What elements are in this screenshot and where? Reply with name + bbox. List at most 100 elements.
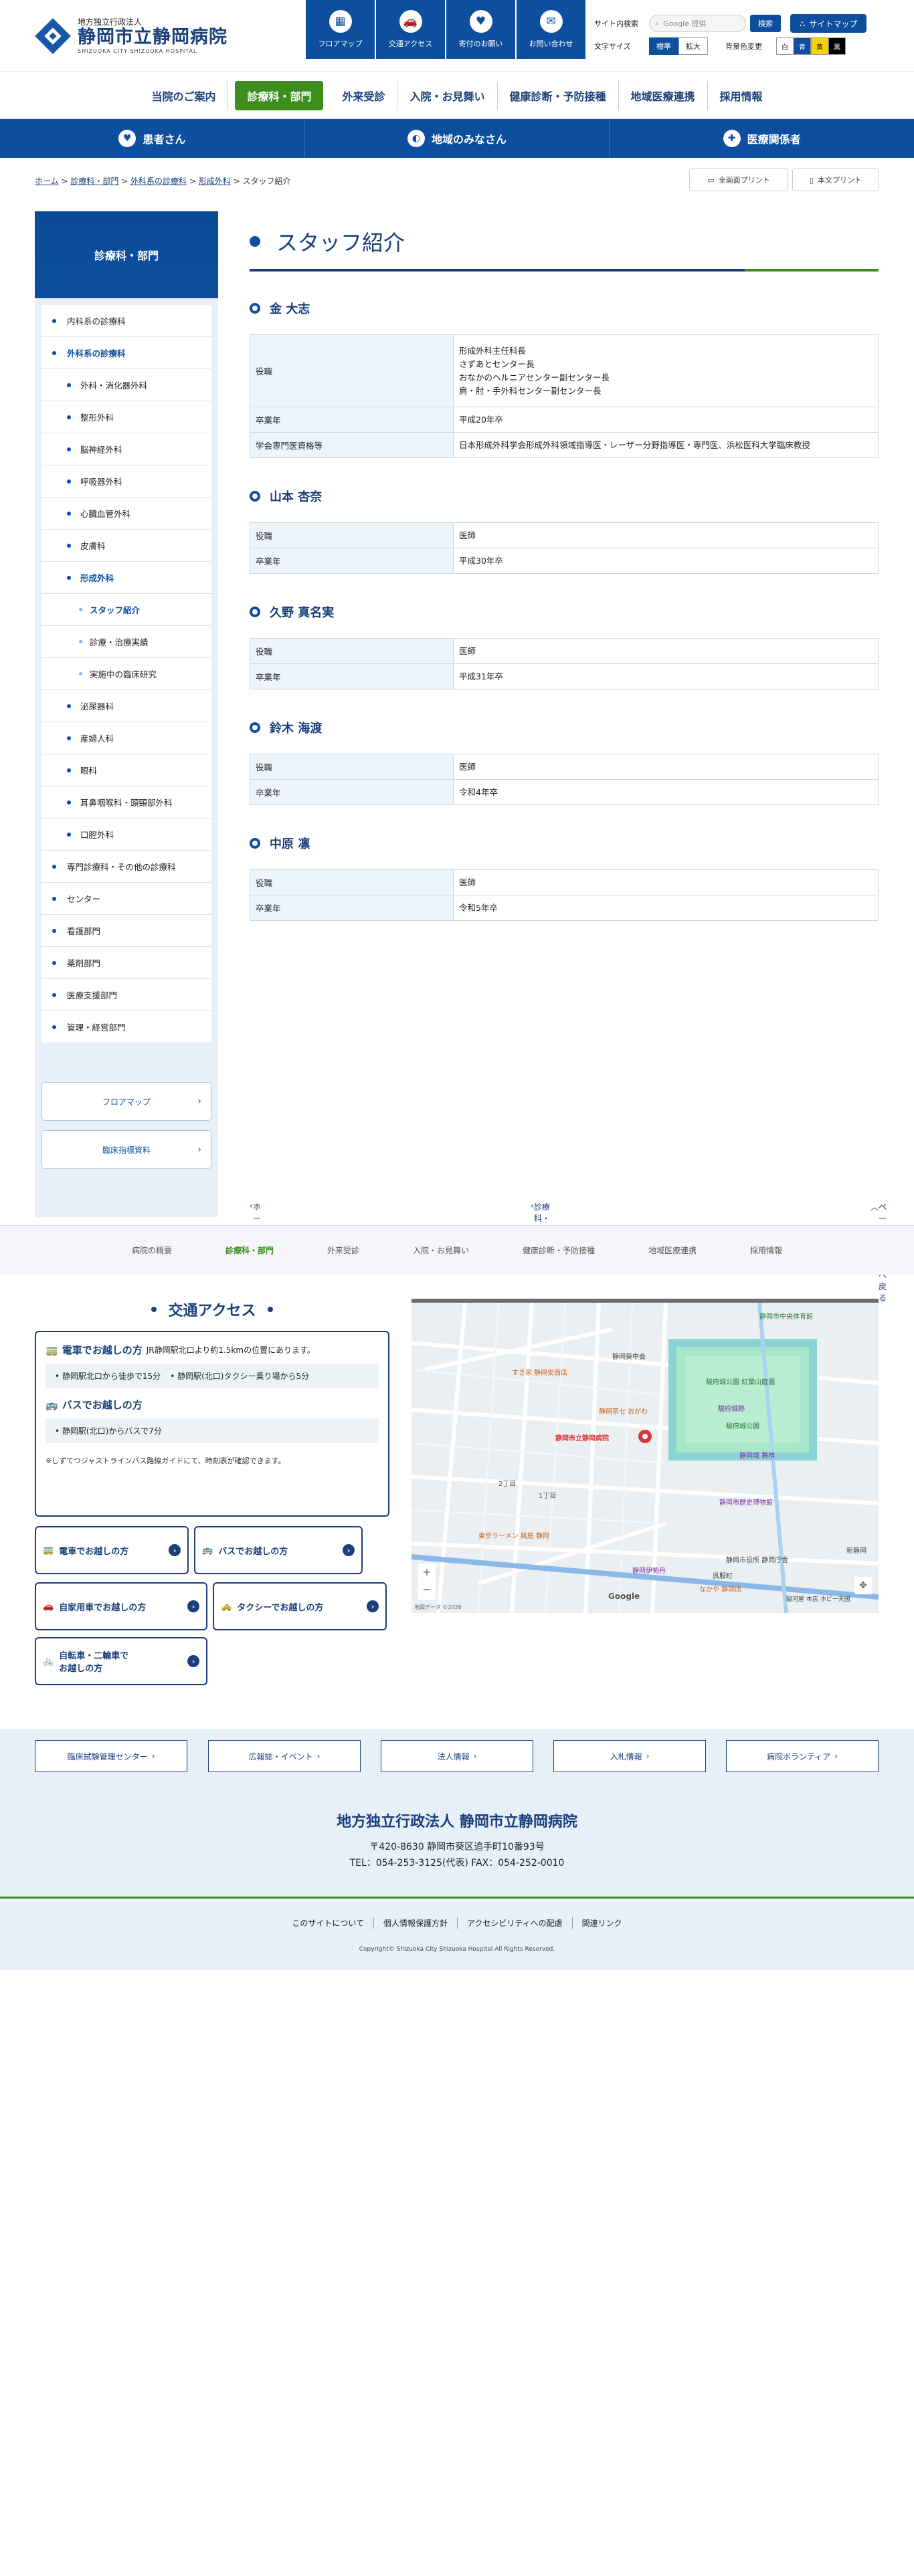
- back-home-link[interactable]: ‹ ホームへ戻る: [250, 1201, 261, 1269]
- sidebar-item-current[interactable]: スタッフ紹介: [41, 594, 211, 626]
- search-input[interactable]: ⌕ Google 提供: [649, 15, 746, 32]
- access-bus-button[interactable]: 🚌 バスでお越しの方 ›: [194, 1526, 363, 1574]
- sidebar-item[interactable]: 産婦人科: [41, 722, 211, 754]
- site-logo[interactable]: 地方独立行政法人 静岡市立静岡病院 SHIZUOKA CITY SHIZUOKA…: [35, 17, 227, 54]
- sidebar-item[interactable]: 整形外科: [41, 401, 211, 433]
- breadcrumb-surgical[interactable]: 外科系の診療科: [130, 177, 187, 186]
- gnav-regional[interactable]: 地域医療連携: [619, 80, 708, 110]
- print-all-button[interactable]: ▭ 全画面プリント: [689, 169, 788, 191]
- fnav-inpatient[interactable]: 入院・お見舞い: [386, 1245, 496, 1256]
- banner-corporate[interactable]: 法人情報 ›: [381, 1740, 533, 1772]
- banner-volunteer[interactable]: 病院ボランティア ›: [726, 1740, 879, 1772]
- title-bullet-icon: [250, 236, 260, 247]
- quick-links: ▦ フロアマップ 🚗 交通アクセス ♥ 寄付のお願い ✉ お問い合わせ: [306, 0, 587, 59]
- fnav-regional[interactable]: 地域医療連携: [622, 1245, 723, 1256]
- access-bicycle-button[interactable]: 🚲 自転車・二輪車で お越しの方 ›: [35, 1637, 207, 1685]
- page-top-link[interactable]: ︿ ページの先頭へ戻る: [871, 1201, 887, 1303]
- chevron-right-icon: ›: [197, 1096, 201, 1107]
- breadcrumb-departments[interactable]: 診療科・部門: [70, 177, 118, 186]
- bg-black-button[interactable]: 黒: [828, 37, 846, 55]
- table-key: 役職: [250, 869, 454, 895]
- quick-contact-button[interactable]: ✉ お問い合わせ: [517, 0, 585, 59]
- footer-link-about-site[interactable]: このサイトについて: [282, 1917, 374, 1929]
- breadcrumb-plastic[interactable]: 形成外科: [199, 177, 231, 186]
- access-train-button[interactable]: 🚃 電車でお越しの方 ›: [35, 1526, 189, 1574]
- table-key: 卒業年: [250, 895, 454, 921]
- bg-yellow-button[interactable]: 黄: [811, 37, 828, 55]
- sidebar-item[interactable]: 診療・治療実績: [41, 626, 211, 658]
- access-car-button[interactable]: 🚗 自家用車でお越しの方 ›: [35, 1582, 207, 1630]
- sidebar-item[interactable]: 実施中の臨床研究: [41, 658, 211, 690]
- sidebar-floormap-button[interactable]: フロアマップ ›: [41, 1082, 211, 1121]
- banner-pr[interactable]: 広報誌・イベント ›: [208, 1740, 361, 1772]
- print-body-button[interactable]: ▯ 本文プリント: [792, 169, 879, 191]
- sidebar-item[interactable]: 内科系の診療科: [41, 305, 211, 337]
- target-patients[interactable]: ♥ 患者さん: [0, 119, 305, 158]
- fnav-about[interactable]: 病院の概要: [105, 1245, 199, 1256]
- sidebar-item[interactable]: 心臓血管外科: [41, 498, 211, 530]
- table-value: 平成30年卒: [453, 548, 879, 574]
- sidebar-item[interactable]: 外科系の診療科: [41, 337, 211, 369]
- table-key: 役職: [250, 638, 454, 664]
- fnav-departments[interactable]: 診療科・部門: [199, 1245, 300, 1256]
- sidebar-item[interactable]: 皮膚科: [41, 530, 211, 562]
- sidebar-item[interactable]: 外科・消化器外科: [41, 369, 211, 401]
- map-pan-icon[interactable]: ✥: [854, 1577, 872, 1594]
- bg-white-button[interactable]: 白: [776, 37, 794, 55]
- map-label: 駿府城跡: [718, 1406, 745, 1413]
- gnav-outpatient[interactable]: 外来受診: [330, 80, 398, 110]
- footer-link-accessibility[interactable]: アクセシビリティへの配慮: [458, 1917, 573, 1929]
- font-size-normal-button[interactable]: 標準: [649, 37, 678, 55]
- gnav-departments[interactable]: 診療科・部門: [235, 80, 324, 110]
- sidebar-item[interactable]: 耳鼻咽喉科・頭頸部外科: [41, 786, 211, 819]
- map-label: すき家 静岡安西店: [512, 1370, 568, 1377]
- sidebar-item[interactable]: 口腔外科: [41, 819, 211, 851]
- access-taxi-button[interactable]: 🚕 タクシーでお越しの方 ›: [213, 1582, 387, 1630]
- parent-link[interactable]: ‹ 診療科・部門: [531, 1201, 550, 1235]
- page-nav: ‹ ホームへ戻る ‹ 診療科・部門 ︿ ページの先頭へ戻る: [250, 1201, 887, 1303]
- search-button[interactable]: 検索: [750, 15, 781, 32]
- sidebar-item[interactable]: 専門診療科・その他の診療科: [41, 851, 211, 883]
- gnav-inpatient[interactable]: 入院・お見舞い: [397, 80, 498, 110]
- footer-link-related[interactable]: 関連リンク: [573, 1917, 632, 1929]
- document-icon: ▯: [809, 175, 814, 185]
- quick-access-button[interactable]: 🚗 交通アクセス: [376, 0, 445, 59]
- footer-link-privacy[interactable]: 個人情報保護方針: [374, 1917, 458, 1929]
- sitemap-button[interactable]: ⛬ サイトマップ: [790, 14, 867, 33]
- quick-donation-button[interactable]: ♥ 寄付のお願い: [446, 0, 515, 59]
- sidebar-item[interactable]: 医療支援部門: [41, 979, 211, 1011]
- fnav-checkup[interactable]: 健康診断・予防接種: [496, 1245, 622, 1256]
- banner-clinical-trial[interactable]: 臨床試験管理センター ›: [35, 1740, 187, 1772]
- target-community[interactable]: ◐ 地域のみなさん: [305, 119, 610, 158]
- fnav-recruit[interactable]: 採用情報: [723, 1245, 809, 1256]
- sidebar-item[interactable]: センター: [41, 883, 211, 915]
- banner-bidding[interactable]: 入札情報 ›: [553, 1740, 706, 1772]
- gnav-about[interactable]: 当院のご案内: [139, 80, 229, 110]
- table-key: 役職: [250, 522, 454, 548]
- footer-links: このサイトについて 個人情報保護方針 アクセシビリティへの配慮 関連リンク: [0, 1917, 914, 1929]
- gnav-checkup[interactable]: 健康診断・予防接種: [498, 80, 619, 110]
- gnav-recruit[interactable]: 採用情報: [708, 81, 775, 110]
- sidebar-item[interactable]: 呼吸器外科: [41, 465, 211, 498]
- target-medical[interactable]: ✚ 医療関係者: [610, 119, 914, 158]
- sidebar-item[interactable]: 管理・経営部門: [41, 1011, 211, 1043]
- fnav-outpatient[interactable]: 外来受診: [300, 1245, 386, 1256]
- bus-icon: 🚌: [45, 1398, 58, 1411]
- sidebar-item[interactable]: 泌尿器科: [41, 690, 211, 722]
- sidebar-item[interactable]: 薬剤部門: [41, 947, 211, 979]
- sidebar-item[interactable]: 脳神経外科: [41, 433, 211, 465]
- table-row: 卒業年 平成30年卒: [250, 548, 879, 574]
- map-zoom-control[interactable]: + −: [418, 1564, 436, 1600]
- font-size-large-button[interactable]: 拡大: [678, 37, 708, 55]
- sidebar-item[interactable]: 看護部門: [41, 915, 211, 947]
- sidebar-clinical-indicator-button[interactable]: 臨床指標資料 ›: [41, 1130, 211, 1169]
- quick-floormap-button[interactable]: ▦ フロアマップ: [306, 0, 375, 59]
- bg-blue-button[interactable]: 青: [794, 37, 811, 55]
- table-row: 役職 医師: [250, 638, 879, 664]
- sidebar-item[interactable]: 眼科: [41, 754, 211, 786]
- table-value: 令和4年卒: [453, 779, 879, 805]
- sidebar-item[interactable]: 形成外科: [41, 562, 211, 594]
- google-map[interactable]: 静岡市中央体育館 静岡葵中会 駿府城公園 紅葉山庭園 駿府城跡 駿府城公園 すき…: [412, 1299, 879, 1613]
- staff-name: 久野 真名実: [250, 602, 879, 622]
- breadcrumb-home[interactable]: ホーム: [35, 177, 59, 186]
